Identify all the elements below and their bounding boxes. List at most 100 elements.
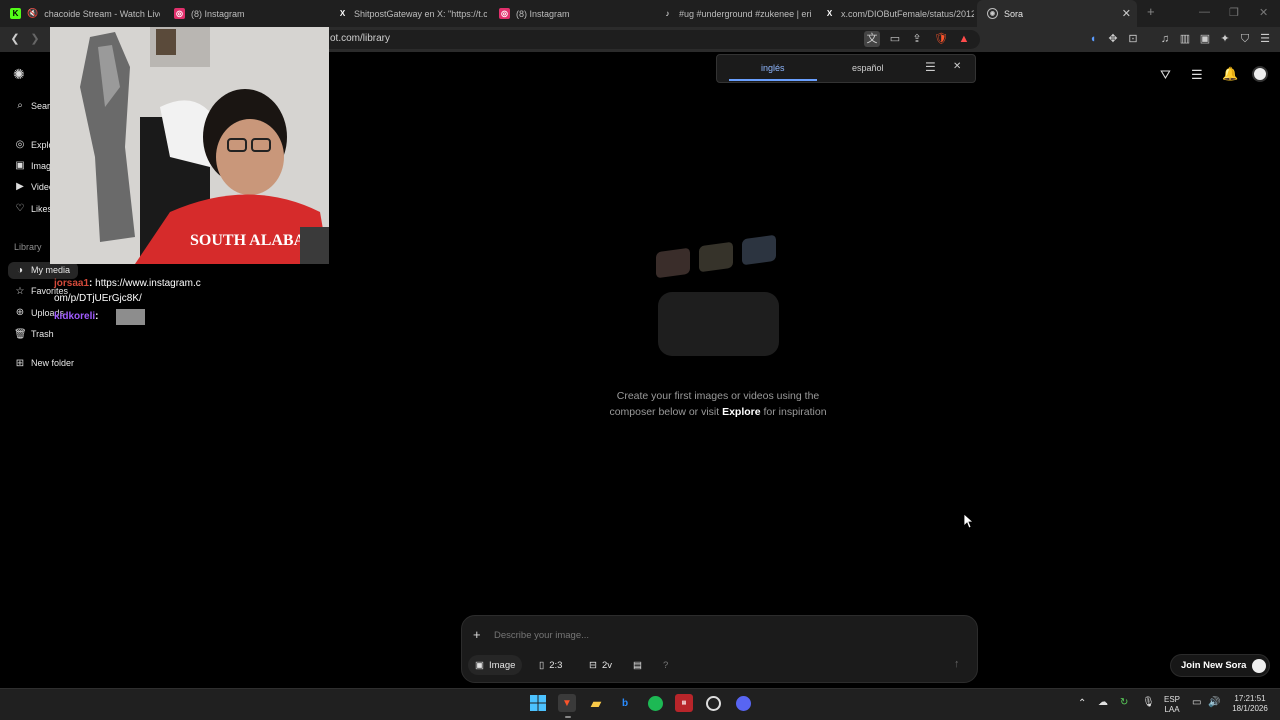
- variations-icon: ⊟: [589, 659, 597, 671]
- muted-icon[interactable]: 🔇: [27, 8, 38, 19]
- library-heading: Library: [14, 242, 42, 252]
- close-icon[interactable]: ✕: [953, 61, 961, 72]
- media-icon[interactable]: ♫: [1158, 33, 1172, 45]
- aspect-ratio-select[interactable]: ▯ 2:3: [532, 655, 569, 675]
- network-icon[interactable]: ▭: [1192, 698, 1201, 708]
- tab-kick[interactable]: K 🔇 chacoide Stream - Watch Live on: [0, 0, 160, 27]
- prompt-input[interactable]: [494, 627, 924, 643]
- empty-line-2: composer below or visit Explore for insp…: [560, 404, 876, 420]
- sidebar-toggle-icon[interactable]: ▥: [1178, 33, 1192, 45]
- extensions-icon[interactable]: ✥: [1106, 33, 1120, 45]
- language-indicator[interactable]: ESP LAA: [1160, 695, 1184, 715]
- close-window-icon[interactable]: ✕: [1259, 6, 1268, 19]
- vpn-icon[interactable]: ⛉: [1238, 33, 1252, 45]
- mouse-cursor-icon: [964, 514, 973, 528]
- translate-target-tab[interactable]: español: [852, 63, 884, 73]
- discord-icon[interactable]: [734, 694, 752, 712]
- running-indicator: [565, 716, 571, 718]
- tab-x[interactable]: X ShitpostGateway en X: "https://t.co/: [327, 0, 487, 27]
- tiktok-icon: ♪: [665, 9, 670, 18]
- join-new-sora-button[interactable]: Join New Sora: [1170, 654, 1270, 677]
- presets-icon: ▤: [633, 659, 642, 671]
- tab-title: ShitpostGateway en X: "https://t.co/: [354, 8, 487, 19]
- translate-source-tab[interactable]: inglés: [761, 63, 785, 73]
- new-tab-button[interactable]: +: [1147, 4, 1155, 19]
- volume-icon[interactable]: 🔊: [1208, 698, 1220, 708]
- spotify-icon[interactable]: [646, 694, 664, 712]
- submit-arrow-icon[interactable]: ↑: [954, 658, 960, 670]
- upload-icon: ⊕: [15, 307, 25, 318]
- grid-view-icon[interactable]: ☰: [1191, 67, 1203, 83]
- back-icon[interactable]: ❮: [8, 33, 22, 45]
- openai-logo-icon[interactable]: ✺: [13, 66, 25, 83]
- empty-line-1: Create your first images or videos using…: [616, 390, 820, 402]
- heart-icon: ♡: [15, 203, 25, 214]
- x-icon: X: [339, 9, 346, 18]
- close-icon[interactable]: ✕: [1122, 7, 1131, 20]
- instagram-icon: ◎: [499, 8, 510, 19]
- clock[interactable]: 17:21:51 18/1/2026: [1228, 694, 1272, 714]
- brave-rewards-icon[interactable]: ▲: [957, 33, 971, 45]
- bing-icon[interactable]: b: [616, 694, 634, 712]
- translate-icon[interactable]: 文: [864, 31, 880, 47]
- clapperboard-icon: [658, 292, 779, 356]
- file-explorer-icon[interactable]: ▰: [587, 694, 605, 712]
- translate-popup: inglés español ☰ ✕: [716, 54, 976, 83]
- obs-icon[interactable]: [704, 694, 722, 712]
- brave-shields-icon[interactable]: 🛡: [934, 33, 948, 45]
- wallet-icon[interactable]: ▣: [1198, 33, 1212, 45]
- tab-instagram[interactable]: ◎ (8) Instagram: [164, 0, 324, 27]
- microphone-icon[interactable]: 🎙: [1142, 698, 1155, 708]
- help-button[interactable]: ?: [656, 655, 675, 675]
- search-icon[interactable]: ⌕: [14, 100, 26, 112]
- explore-link[interactable]: Explore: [722, 406, 761, 418]
- speech-icon[interactable]: ◖: [1086, 33, 1100, 45]
- tab-title: x.com/DIOButFemale/status/201274: [841, 8, 974, 19]
- hamburger-icon[interactable]: ☰: [925, 60, 936, 74]
- minimize-icon[interactable]: —: [1199, 6, 1210, 18]
- sidebar-item-trash[interactable]: Trash: [31, 329, 54, 339]
- translate-tab-indicator: [729, 79, 817, 81]
- windows-taskbar: [0, 688, 1280, 720]
- add-attachment-button[interactable]: +: [473, 627, 481, 642]
- forward-icon[interactable]: ❯: [28, 33, 42, 45]
- chevron-up-icon[interactable]: ⌃: [1078, 699, 1086, 709]
- tab-instagram-2[interactable]: ◎ (8) Instagram: [489, 0, 649, 27]
- clapper-stripe: [699, 241, 733, 273]
- webcam-feed: SOUTH ALABAMA: [50, 27, 329, 264]
- windows-start-icon[interactable]: [529, 694, 547, 712]
- trash-icon: 🗑: [14, 329, 27, 340]
- tab-x-2[interactable]: X x.com/DIOButFemale/status/201274: [814, 0, 974, 27]
- sidebar-item-my-media[interactable]: My media: [31, 265, 70, 275]
- streamer-webcam: SOUTH ALABAMA: [50, 27, 329, 264]
- maximize-icon[interactable]: ❐: [1229, 6, 1239, 19]
- star-icon: ☆: [15, 286, 25, 297]
- aspect-label: 2:3: [549, 659, 563, 671]
- image-icon: ▣: [475, 659, 484, 671]
- cast-icon[interactable]: ▭: [888, 33, 902, 45]
- clapper-stripe: [742, 234, 776, 266]
- filter-icon[interactable]: ⛛: [1160, 67, 1171, 83]
- help-label: ?: [663, 659, 669, 671]
- new-folder-button[interactable]: New folder: [31, 358, 74, 368]
- presets-button[interactable]: ▤: [626, 655, 649, 675]
- obs-video-icon[interactable]: ▦: [675, 694, 693, 712]
- screenshot-icon[interactable]: ⊡: [1126, 33, 1140, 45]
- media-type-select[interactable]: ▣ Image: [468, 655, 523, 675]
- menu-icon[interactable]: ☰: [1258, 33, 1272, 45]
- sidebar-item-likes[interactable]: Likes: [31, 204, 52, 214]
- tab-title: chacoide Stream - Watch Live on: [44, 8, 160, 19]
- cloud-icon[interactable]: ☁: [1098, 698, 1108, 708]
- tab-tiktok[interactable]: ♪ #ug #underground #zukenee | erik: [652, 0, 813, 27]
- sync-icon[interactable]: ↻: [1120, 698, 1128, 708]
- language-code: ESP: [1163, 695, 1180, 704]
- kick-icon: K: [10, 8, 21, 19]
- share-icon[interactable]: ⇪: [910, 33, 924, 45]
- leo-icon[interactable]: ✦: [1218, 33, 1232, 45]
- bell-icon[interactable]: 🔔: [1222, 66, 1238, 82]
- folder-icon: ⊞: [15, 358, 25, 369]
- avatar[interactable]: [1252, 66, 1268, 82]
- brave-browser-icon[interactable]: ▼: [558, 694, 576, 712]
- tab-sora[interactable]: ◉ Sora ✕: [977, 0, 1137, 27]
- variations-select[interactable]: ⊟ 2v: [582, 655, 619, 675]
